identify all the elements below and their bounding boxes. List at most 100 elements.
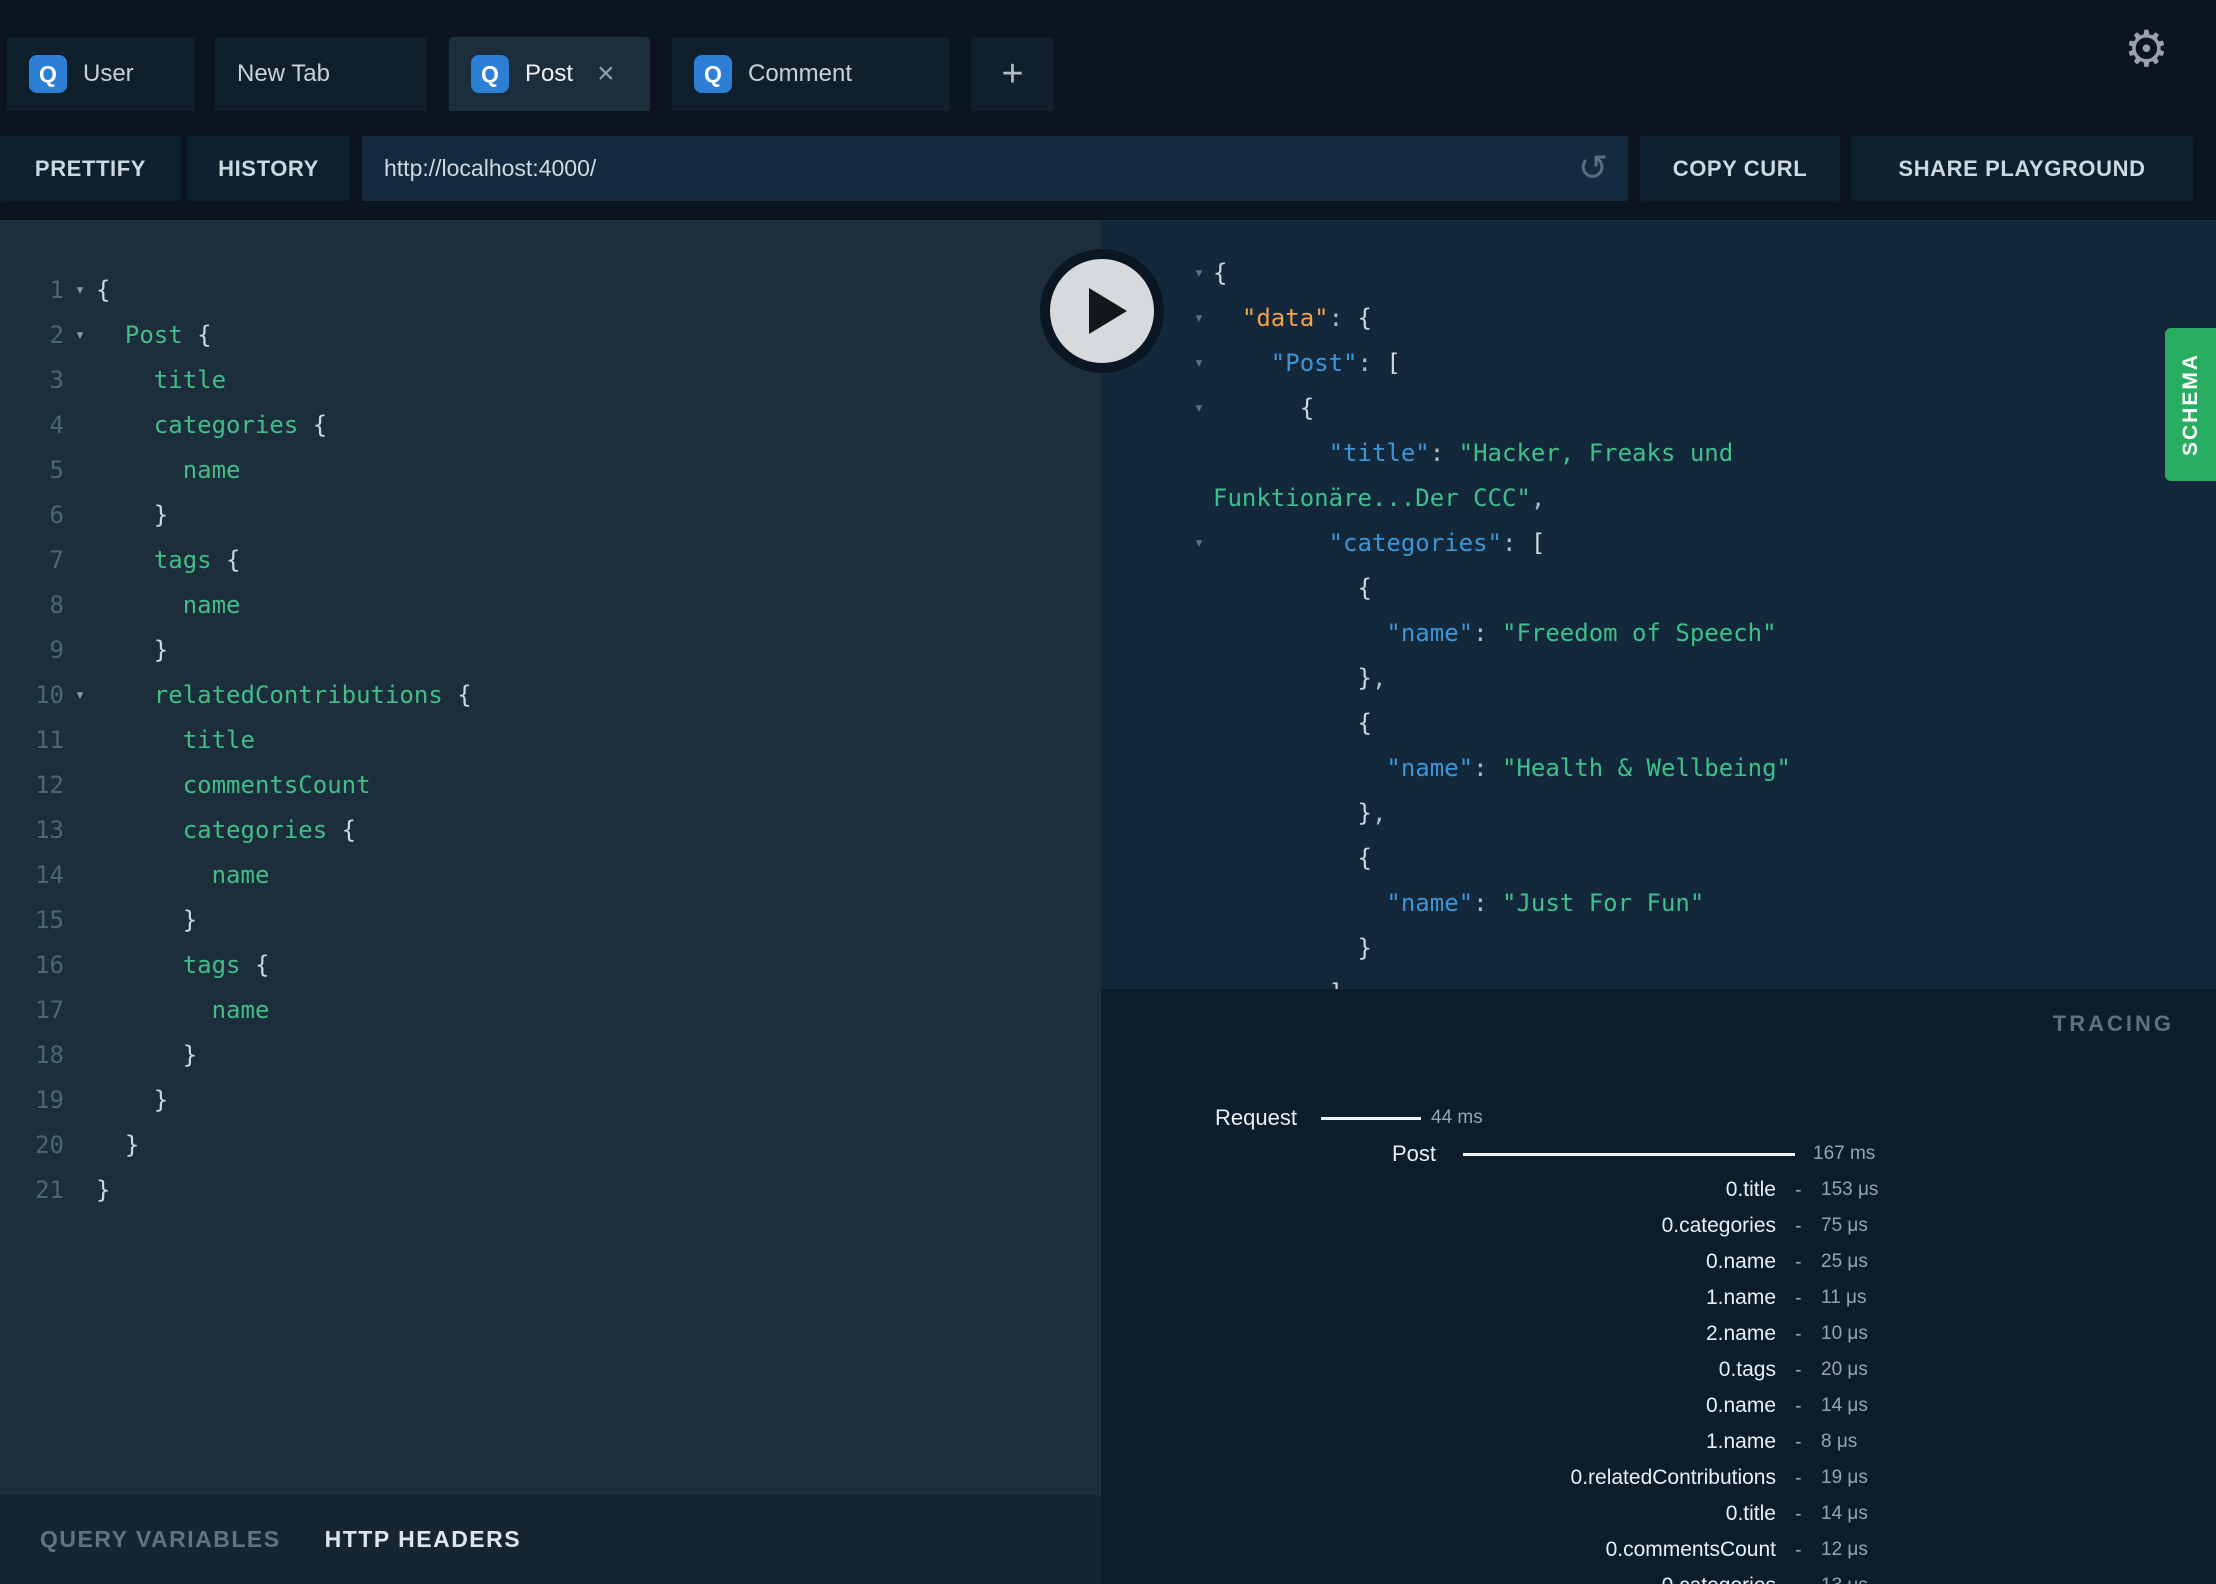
code-token: name (182, 456, 241, 484)
code-token: "data" (1241, 304, 1329, 332)
query-line: 18 } (0, 1033, 1101, 1078)
line-number: 2 (49, 321, 64, 349)
trace-label: 0.name (1705, 1250, 1776, 1273)
tab-comment[interactable]: Q Comment (672, 37, 950, 111)
tab-label: Post (525, 60, 574, 87)
close-icon[interactable]: × (597, 59, 615, 89)
trace-label: 1.name (1705, 1430, 1776, 1453)
code-token: { (1357, 844, 1372, 872)
code-token: { (1357, 304, 1372, 332)
code-token: } (96, 1086, 169, 1114)
fold-gutter (1185, 656, 1213, 701)
tab-post[interactable]: Q Post × (449, 37, 650, 111)
line-number: 5 (49, 456, 64, 484)
schema-tab-label: SCHEMA (2178, 352, 2202, 456)
code-token: name (211, 861, 270, 889)
code-token: } (96, 1041, 198, 1069)
tab-user[interactable]: Q User (7, 37, 195, 111)
new-tab-button[interactable]: + (971, 37, 1054, 111)
fold-arrow-icon[interactable]: ▾ (64, 313, 96, 358)
reload-icon[interactable]: ↺ (1578, 143, 1608, 193)
query-line: 8 name (0, 583, 1101, 628)
tab-new-tab[interactable]: New Tab (215, 37, 427, 111)
response-line: Funktionäre...Der CCC", (1185, 476, 2216, 521)
trace-row: 1.name -8 μs (1101, 1424, 2216, 1460)
code-token: { (1357, 709, 1372, 737)
fold-arrow-icon[interactable]: ▾ (1185, 521, 1213, 566)
trace-dash: - (1795, 1431, 1802, 1453)
query-icon: Q (29, 55, 67, 93)
code-token: : (1357, 349, 1387, 377)
line-number: 8 (49, 591, 64, 619)
trace-label: 0.title (1725, 1178, 1776, 1201)
code-token: "Health & Wellbeing" (1502, 754, 1791, 782)
fold-arrow-icon[interactable]: ▾ (64, 673, 96, 718)
line-number: 13 (35, 816, 64, 844)
trace-label: Post (1391, 1141, 1436, 1166)
query-line: 16 tags { (0, 943, 1101, 988)
fold-arrow-icon[interactable]: ▾ (1185, 386, 1213, 431)
query-line: 21} (0, 1168, 1101, 1213)
fold-arrow-icon[interactable]: ▾ (1185, 341, 1213, 386)
code-token: { (96, 276, 111, 304)
fold-gutter (64, 988, 96, 1033)
trace-row: Request 44 ms (1101, 1100, 2216, 1136)
code-token: "name" (1386, 889, 1474, 917)
code-token: [ (1530, 529, 1546, 557)
settings-gear-icon[interactable]: ⚙ (2124, 24, 2169, 74)
fold-arrow-icon[interactable]: ▾ (1185, 251, 1213, 296)
tracing-title: TRACING (2052, 1011, 2174, 1036)
execute-query-button[interactable] (1040, 249, 1164, 373)
share-playground-button[interactable]: SHARE PLAYGROUND (1851, 136, 2193, 201)
query-line: 11 title (0, 718, 1101, 763)
line-number: 10 (35, 681, 64, 709)
trace-dash: - (1795, 1568, 1802, 1584)
fold-arrow-icon[interactable]: ▾ (64, 268, 96, 313)
trace-label: 0.tags (1718, 1358, 1776, 1381)
query-line: 9 } (0, 628, 1101, 673)
bottom-bar: QUERY VARIABLES HTTP HEADERS (0, 1495, 1101, 1584)
line-number: 12 (35, 771, 64, 799)
trace-dash: - (1795, 1287, 1802, 1309)
trace-row: 0.tags -20 μs (1101, 1352, 2216, 1388)
code-token: : (1473, 619, 1502, 647)
response-line: ▾ "categories": [ (1185, 521, 2216, 566)
code-token: "Hacker, Freaks und (1458, 439, 1734, 467)
endpoint-url-input[interactable] (362, 136, 1628, 201)
query-editor-pane[interactable]: 1 ▾{2 ▾ Post {3 title 4 categories {5 name 6… (0, 220, 1101, 1495)
query-line: 12 commentsCount (0, 763, 1101, 808)
fold-arrow-icon[interactable]: ▾ (1185, 296, 1213, 341)
code-token: [ (1386, 349, 1401, 377)
schema-side-tab[interactable]: SCHEMA (2165, 328, 2216, 481)
trace-row: 0.categories -75 μs (1101, 1208, 2216, 1244)
line-number: 1 (49, 276, 64, 304)
trace-duration: 14 μs (1821, 1395, 1868, 1416)
copy-curl-button[interactable]: COPY CURL (1640, 136, 1840, 201)
http-headers-tab[interactable]: HTTP HEADERS (325, 1526, 522, 1553)
query-line: 2 ▾ Post { (0, 313, 1101, 358)
trace-duration: 10 μs (1821, 1323, 1868, 1344)
tab-label: New Tab (237, 60, 330, 87)
code-token: } (1357, 664, 1372, 692)
query-code: 1 ▾{2 ▾ Post {3 title 4 categories {5 name 6… (0, 220, 1101, 1213)
query-line: 6 } (0, 493, 1101, 538)
prettify-button[interactable]: PRETTIFY (0, 136, 181, 201)
history-button[interactable]: HISTORY (187, 136, 350, 201)
code-token: tags (153, 546, 212, 574)
code-token: { (211, 546, 241, 574)
fold-gutter (64, 943, 96, 988)
query-line: 15 } (0, 898, 1101, 943)
query-line: 4 categories { (0, 403, 1101, 448)
query-variables-tab[interactable]: QUERY VARIABLES (40, 1526, 281, 1553)
response-line: }, (1185, 656, 2216, 701)
